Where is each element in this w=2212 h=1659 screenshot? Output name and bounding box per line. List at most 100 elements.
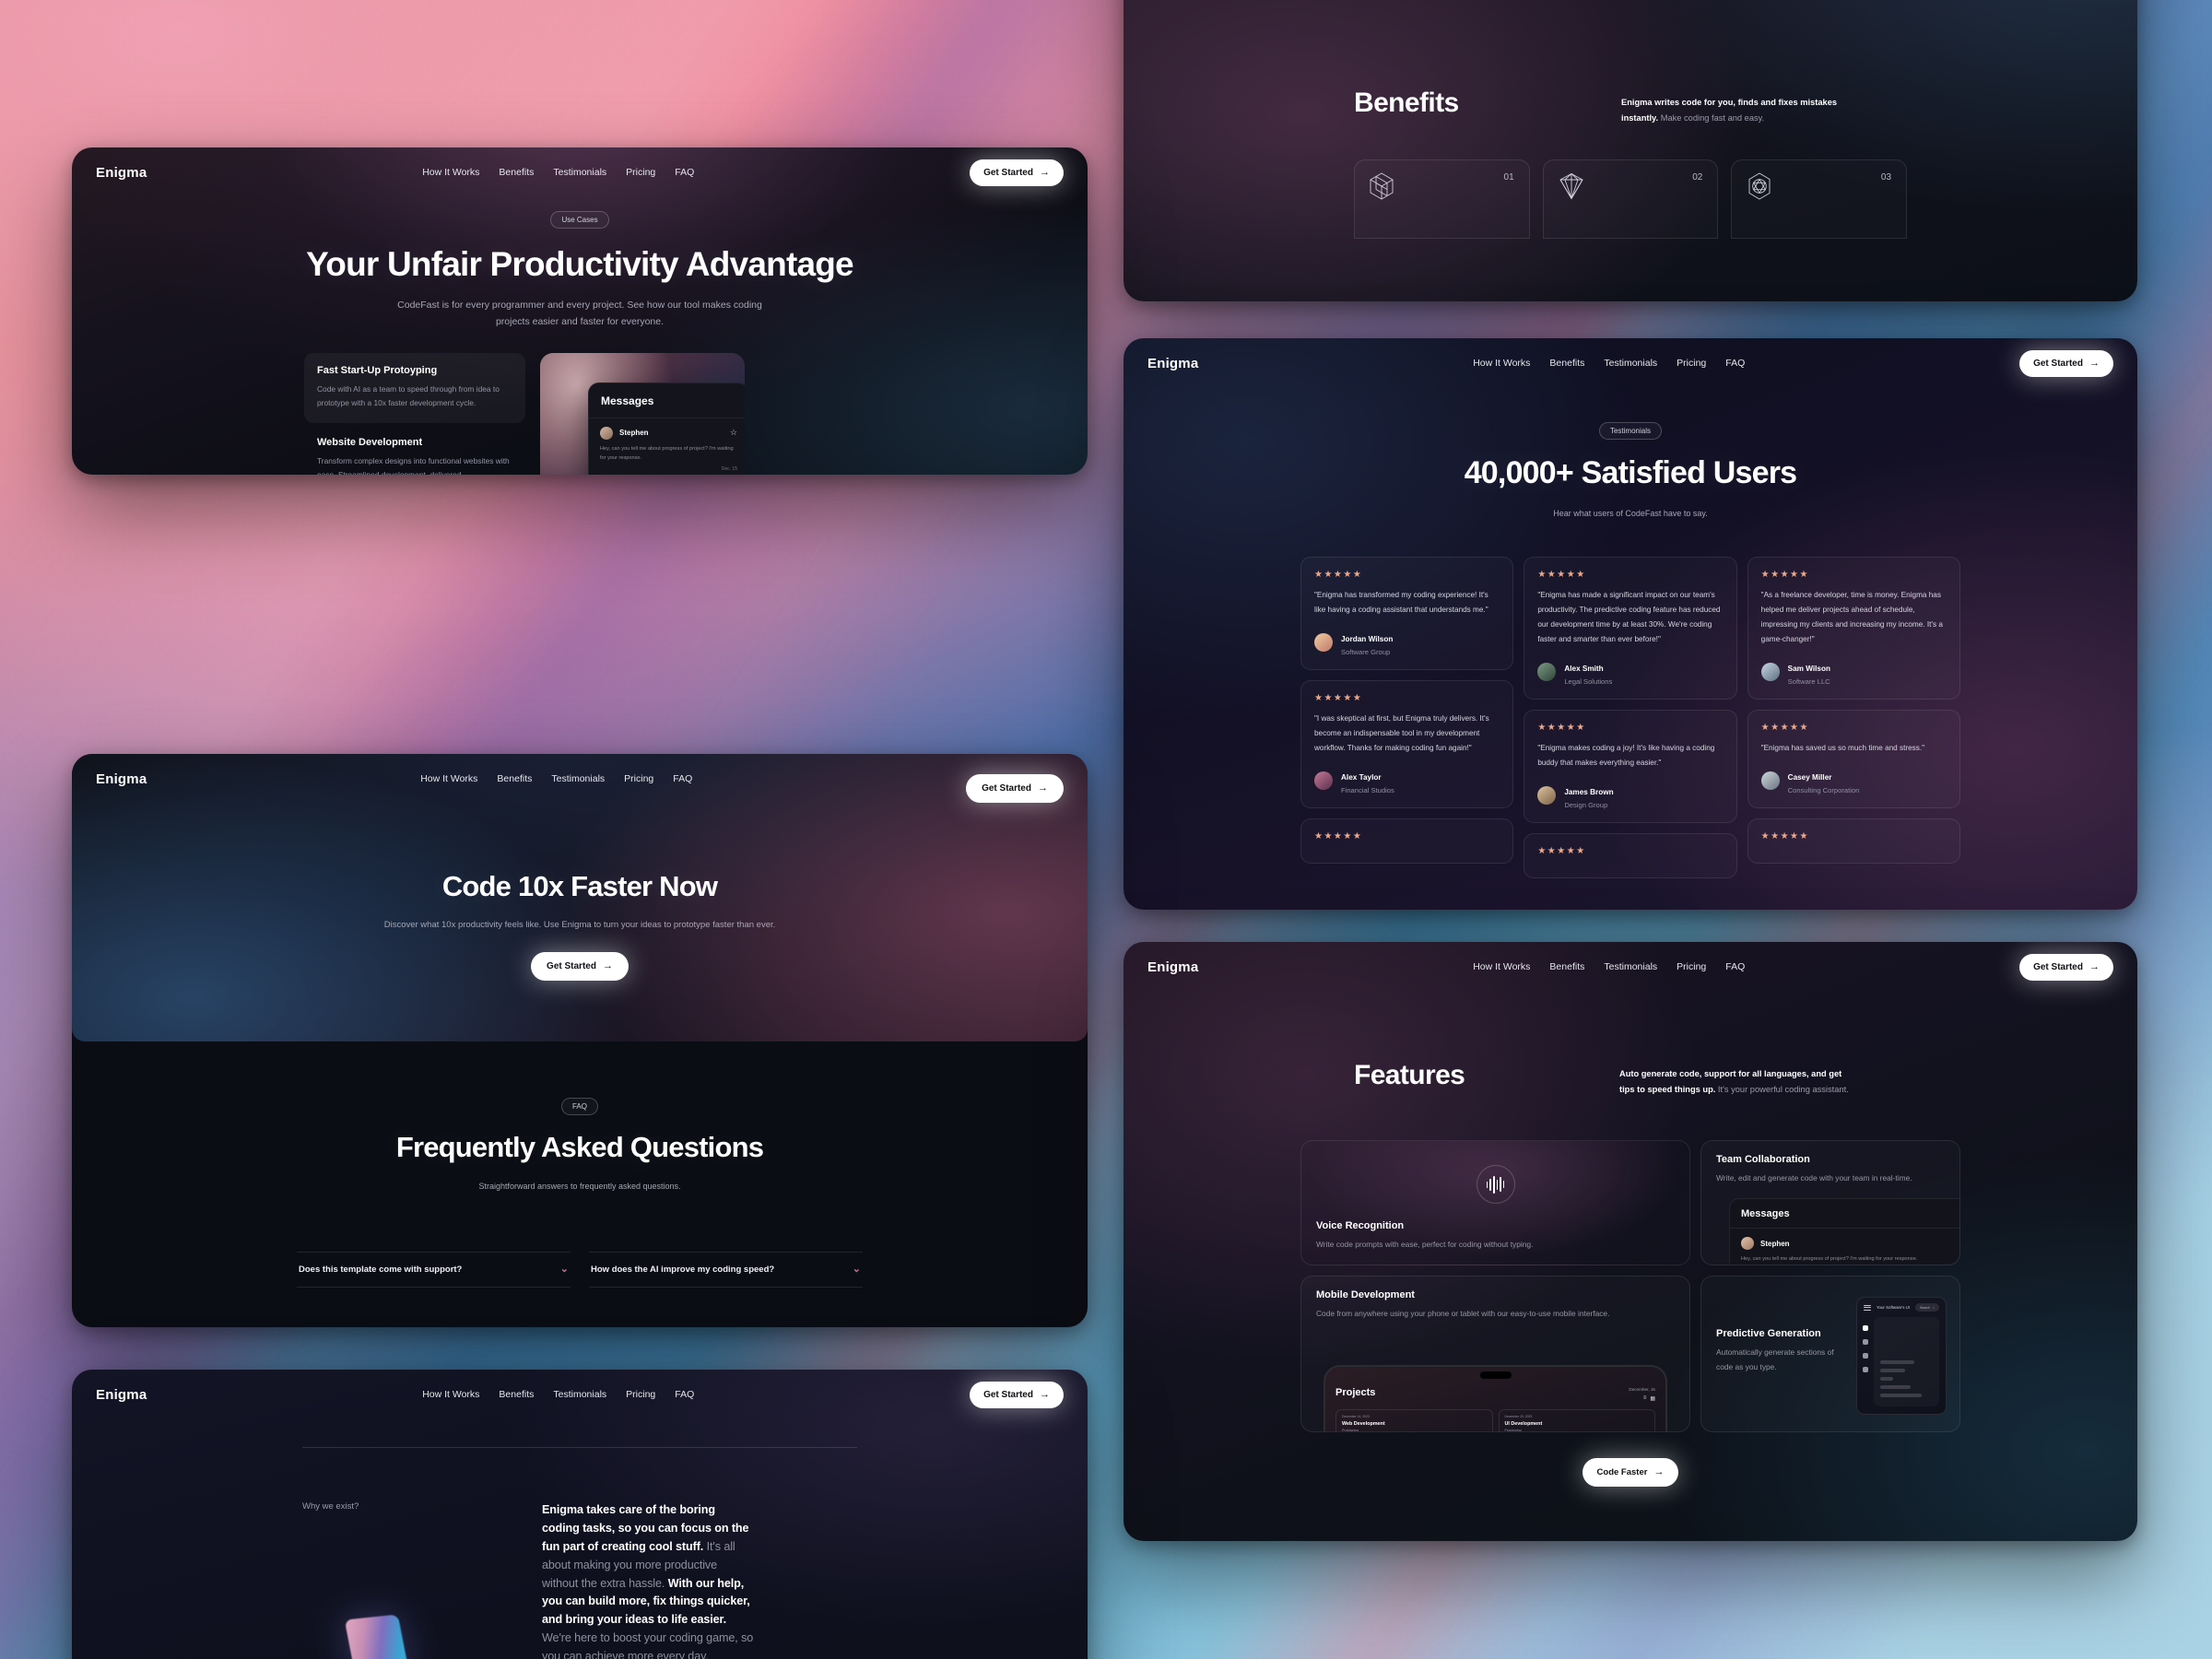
ui-mock-sidebar xyxy=(1857,1317,1874,1414)
nav-link-benefits[interactable]: Benefits xyxy=(499,167,534,178)
testimonial-quote: "I was skeptical at first, but Enigma tr… xyxy=(1314,713,1489,752)
faq-item-support[interactable]: Does this template come with support? ⌄ xyxy=(297,1251,571,1288)
ui-mock-title: Your Software's UI xyxy=(1877,1305,1911,1311)
navbar: Enigma How It Works Benefits Testimonial… xyxy=(72,1370,1088,1419)
arrow-right-icon: → xyxy=(1039,1388,1050,1400)
search-input[interactable]: Search ⌕ xyxy=(1915,1303,1939,1312)
chevron-down-icon[interactable]: ⌄ xyxy=(560,1264,569,1275)
faq-question: How does the AI improve my coding speed? xyxy=(591,1264,775,1275)
brand-logo[interactable]: Enigma xyxy=(96,165,147,181)
gear-icon[interactable] xyxy=(1863,1367,1868,1373)
nav-link-testimonials[interactable]: Testimonials xyxy=(1604,358,1657,369)
message-text: Hey, can you tell me about progress of p… xyxy=(600,445,734,462)
grid-view-icon[interactable]: ▦ xyxy=(1650,1395,1655,1402)
page-title: 40,000+ Satisfied Users xyxy=(1464,455,1797,490)
use-case-item-prototyping[interactable]: Fast Start-Up Protoyping Code with AI as… xyxy=(304,352,525,423)
use-cases-pill: Use Cases xyxy=(550,211,609,229)
list-view-icon[interactable]: ≡ xyxy=(1643,1395,1647,1402)
menu-icon[interactable] xyxy=(1864,1304,1871,1312)
nav-link-faq[interactable]: FAQ xyxy=(675,167,694,178)
author-role: Software Group xyxy=(1341,647,1391,656)
message-date: Dec. 15 xyxy=(721,466,737,473)
nav-link-how-it-works[interactable]: How It Works xyxy=(422,167,479,178)
project-title: UI Development xyxy=(1504,1421,1543,1428)
message-header: Stephen ☆ xyxy=(600,426,737,440)
brand-logo[interactable]: Enigma xyxy=(1147,959,1198,975)
feature-title: Predictive Generation xyxy=(1716,1328,1821,1340)
brand-logo[interactable]: Enigma xyxy=(96,1387,147,1403)
project-card[interactable]: December 14, 2023 Web Development Protot… xyxy=(1335,1409,1493,1432)
use-case-item-website[interactable]: Website Development Transform complex de… xyxy=(304,425,525,475)
benefit-card[interactable]: 01 xyxy=(1354,159,1530,240)
message-row[interactable]: Stephen ☆ Hey, can you tell me about pro… xyxy=(589,418,745,475)
get-started-button[interactable]: Get Started → xyxy=(970,1381,1064,1408)
brand-logo[interactable]: Enigma xyxy=(1147,356,1198,371)
testimonial-author: Alex Taylor Financial Studios xyxy=(1314,768,1500,794)
brand-logo[interactable]: Enigma xyxy=(96,771,147,787)
arrow-right-icon: → xyxy=(1037,782,1048,794)
nav-link-pricing[interactable]: Pricing xyxy=(626,167,655,178)
get-started-label: Get Started xyxy=(983,167,1033,178)
screenshot-features: Enigma How It Works Benefits Testimonial… xyxy=(1124,942,2137,1541)
rating-stars: ★★★★★ xyxy=(1760,722,1809,733)
phone-mockup: Projects December, 15 ≡ ▦ December 14, 2… xyxy=(1324,1365,1667,1432)
nav-link-pricing[interactable]: Pricing xyxy=(1677,961,1706,972)
chevron-down-icon[interactable]: ⌄ xyxy=(853,1264,861,1275)
code-faster-button[interactable]: Code Faster → xyxy=(1582,1458,1679,1488)
feature-desc: Write, edit and generate code with your … xyxy=(1716,1173,1912,1183)
benefit-card[interactable]: 02 xyxy=(1542,159,1719,240)
nav-link-pricing[interactable]: Pricing xyxy=(626,1389,655,1400)
author-name: Alex Taylor xyxy=(1341,772,1382,782)
nav-link-benefits[interactable]: Benefits xyxy=(1549,358,1584,369)
nav-link-testimonials[interactable]: Testimonials xyxy=(1604,961,1657,972)
avatar xyxy=(1537,786,1557,806)
get-started-button[interactable]: Get Started → xyxy=(970,159,1064,186)
faq-item-ai-speed[interactable]: How does the AI improve my coding speed?… xyxy=(589,1251,863,1288)
rating-stars: ★★★★★ xyxy=(1314,830,1363,841)
message-sender: Stephen xyxy=(619,429,649,438)
nav-link-how-it-works[interactable]: How It Works xyxy=(1473,961,1530,972)
feature-card-predictive-generation: Predictive Generation Automatically gene… xyxy=(1700,1276,1960,1433)
phone-project-cards: December 14, 2023 Web Development Protot… xyxy=(1325,1402,1665,1432)
nav-link-how-it-works[interactable]: How It Works xyxy=(1473,358,1530,369)
author-role: Consulting Corporation xyxy=(1787,785,1860,794)
page-subtitle: CodeFast is for every programmer and eve… xyxy=(397,300,762,328)
nav-link-testimonials[interactable]: Testimonials xyxy=(553,167,606,178)
use-cases-body: Fast Start-Up Protoyping Code with AI as… xyxy=(72,331,1088,475)
navbar: Enigma How It Works Benefits Testimonial… xyxy=(1124,338,2137,388)
nav-link-pricing[interactable]: Pricing xyxy=(1677,358,1706,369)
navbar: Enigma How It Works Benefits Testimonial… xyxy=(72,754,1088,804)
home-icon[interactable] xyxy=(1863,1325,1868,1332)
nav-link-how-it-works[interactable]: How It Works xyxy=(420,773,477,784)
benefit-card[interactable]: 03 xyxy=(1731,159,1908,240)
message-row[interactable]: Stephen Hey, can you tell me about progr… xyxy=(1730,1229,1959,1265)
get-started-button[interactable]: Get Started → xyxy=(966,773,1064,803)
star-icon[interactable]: ☆ xyxy=(730,428,737,438)
clock-icon[interactable] xyxy=(1863,1339,1868,1346)
use-case-desc: Code with AI as a team to speed through … xyxy=(317,383,500,408)
testimonial-card: ★★★★★ "Enigma has transformed my coding … xyxy=(1300,556,1514,670)
nav-link-faq[interactable]: FAQ xyxy=(1725,358,1745,369)
nav-link-benefits[interactable]: Benefits xyxy=(497,773,532,784)
nav-link-faq[interactable]: FAQ xyxy=(675,1389,694,1400)
screenshot-testimonials: Enigma How It Works Benefits Testimonial… xyxy=(1124,338,2137,910)
features-description: Auto generate code, support for all lang… xyxy=(1619,1060,1857,1098)
nav-link-testimonials[interactable]: Testimonials xyxy=(553,1389,606,1400)
nav-link-benefits[interactable]: Benefits xyxy=(1549,961,1584,972)
nav-link-faq[interactable]: FAQ xyxy=(1725,961,1745,972)
nav-links: How It Works Benefits Testimonials Prici… xyxy=(422,1389,694,1400)
nav-link-pricing[interactable]: Pricing xyxy=(624,773,653,784)
benefits-description: Enigma writes code for you, finds and fi… xyxy=(1621,88,1859,126)
nav-link-faq[interactable]: FAQ xyxy=(673,773,692,784)
nav-link-testimonials[interactable]: Testimonials xyxy=(551,773,605,784)
get-started-button[interactable]: Get Started → xyxy=(2019,349,2113,377)
rating-stars: ★★★★★ xyxy=(1537,845,1586,856)
benefit-number: 02 xyxy=(1692,172,1703,183)
nav-link-how-it-works[interactable]: How It Works xyxy=(422,1389,479,1400)
bookmark-icon[interactable] xyxy=(1863,1353,1868,1359)
page-title: Your Unfair Productivity Advantage xyxy=(306,245,853,283)
project-card[interactable]: December 20, 2023 UI Development Prototy… xyxy=(1498,1409,1655,1432)
hero-get-started-button[interactable]: Get Started → xyxy=(531,951,629,981)
get-started-button[interactable]: Get Started → xyxy=(2019,953,2113,981)
nav-link-benefits[interactable]: Benefits xyxy=(499,1389,534,1400)
